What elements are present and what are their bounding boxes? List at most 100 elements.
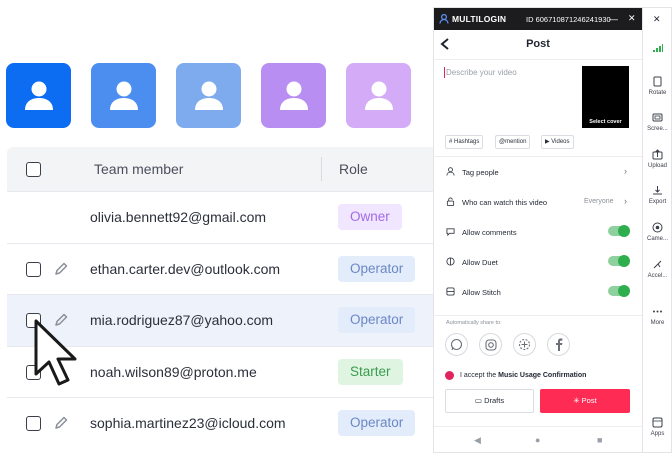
other-share-icon[interactable] <box>513 333 536 356</box>
avatar-tile-3[interactable] <box>176 63 241 128</box>
member-email: mia.rodriguez87@yahoo.com <box>90 312 274 329</box>
toolbar-label: Accel... <box>647 273 668 279</box>
camera-icon <box>652 222 663 233</box>
music-usage-link[interactable]: Music Usage Confirmation <box>498 372 586 379</box>
accept-text: I accept the Music Usage Confirmation <box>460 372 586 379</box>
description-input[interactable]: Describe your video <box>446 68 517 77</box>
mouse-cursor-icon <box>34 319 77 386</box>
toolbar-item-more[interactable]: More <box>643 306 672 326</box>
column-divider[interactable] <box>321 157 322 181</box>
setting-allow-duet: Allow Duet <box>434 247 642 277</box>
music-usage-confirmation: I accept the Music Usage Confirmation <box>434 367 642 385</box>
toolbar-item-apps[interactable]: Apps <box>643 417 672 437</box>
post-label: Post <box>581 396 597 405</box>
nav-home-icon[interactable]: ● <box>535 435 540 445</box>
nav-back-icon[interactable]: ◀ <box>474 435 481 446</box>
page-title: Post <box>526 38 550 50</box>
person-icon <box>446 167 455 176</box>
videos-chip[interactable]: ▶ Videos <box>541 135 574 149</box>
mention-chip[interactable]: @mention <box>495 135 531 149</box>
instagram-icon[interactable] <box>479 333 502 356</box>
post-button[interactable]: ✳ Post <box>540 389 630 413</box>
auto-share-section: Automatically share to: <box>434 315 642 367</box>
table-row[interactable]: ethan.carter.dev@outlook.com Operator <box>7 242 437 295</box>
setting-who-can-watch[interactable]: Who can watch this video Everyone › <box>434 187 642 217</box>
role-badge[interactable]: Operator <box>338 410 416 437</box>
toolbar-item-screenshot[interactable]: Scree... <box>643 112 672 132</box>
setting-label: Allow Duet <box>462 258 498 267</box>
facebook-icon[interactable] <box>547 333 570 356</box>
setting-tag-people[interactable]: Tag people › <box>434 157 642 187</box>
accept-prefix: I accept the <box>460 372 499 379</box>
role-badge[interactable]: Operator <box>338 307 416 334</box>
toolbar-label: Export <box>648 199 667 205</box>
select-cover-label[interactable]: Select cover <box>582 119 629 125</box>
allow-stitch-toggle[interactable] <box>608 285 630 297</box>
member-email: noah.wilson89@proton.me <box>90 363 257 380</box>
role-badge[interactable]: Operator <box>338 255 416 282</box>
user-icon <box>109 81 138 110</box>
whatsapp-icon[interactable] <box>445 333 468 356</box>
avatar-tile-2[interactable] <box>91 63 156 128</box>
role-badge[interactable]: Owner <box>338 204 402 230</box>
edit-pencil-icon[interactable] <box>53 261 69 277</box>
accelerometer-icon <box>653 260 662 269</box>
table-row[interactable]: sophia.martinez23@icloud.com Operator <box>7 397 437 449</box>
drafts-button[interactable]: ▭ Drafts <box>445 389 534 413</box>
toolbar-label: Upload <box>647 163 667 169</box>
close-icon[interactable]: ✕ <box>628 13 636 24</box>
user-icon <box>24 81 53 110</box>
rotate-icon <box>653 76 662 87</box>
toolbar-item-accelerometer[interactable]: Accel... <box>643 259 672 279</box>
screenshot-icon <box>652 113 663 122</box>
stitch-icon <box>446 287 455 296</box>
toolbar-item-camera[interactable]: Came... <box>643 222 672 242</box>
accept-checkbox[interactable] <box>445 371 454 380</box>
comment-icon <box>446 228 455 236</box>
avatar-tile-4[interactable] <box>261 63 326 128</box>
member-email: sophia.martinez23@icloud.com <box>90 415 286 432</box>
chevron-right-icon: › <box>624 166 627 176</box>
profile-id: ID 606710871246241930 <box>526 15 611 24</box>
table-header: Team member Role <box>7 147 437 191</box>
allow-duet-toggle[interactable] <box>608 255 630 267</box>
setting-value: Everyone <box>584 198 614 205</box>
hashtags-chip[interactable]: # Hashtags <box>445 135 484 149</box>
setting-allow-stitch: Allow Stitch <box>434 277 642 307</box>
avatar-tile-5[interactable] <box>346 63 411 128</box>
toolbar-label: Apps <box>650 431 665 437</box>
description-area: Describe your video Select cover <box>434 60 642 132</box>
chevron-right-icon: › <box>624 196 627 206</box>
nav-recents-icon[interactable]: ■ <box>597 435 602 445</box>
toolbar-item-export[interactable]: Export <box>643 185 672 205</box>
share-label: Automatically share to: <box>446 320 502 326</box>
post-settings: Tag people › Who can watch this video Ev… <box>434 156 642 307</box>
select-all-checkbox[interactable] <box>26 162 41 177</box>
edit-pencil-icon[interactable] <box>53 415 69 431</box>
toolbar-item-upload[interactable]: Upload <box>643 149 672 169</box>
toolbar-label: Scree... <box>647 126 668 132</box>
avatar-tile-1[interactable] <box>6 63 71 128</box>
post-actions: ▭ Drafts ✳ Post <box>434 385 642 415</box>
post-header: Post <box>434 30 642 60</box>
table-row[interactable]: olivia.bennett92@gmail.com Owner <box>7 191 437 243</box>
upload-icon <box>652 149 663 160</box>
android-nav-bar: ◀ ● ■ <box>434 426 642 452</box>
close-emulator-icon[interactable]: ✕ <box>653 14 661 25</box>
column-header-member: Team member <box>94 161 184 177</box>
minimize-icon[interactable]: — <box>609 14 618 24</box>
description-chips: # Hashtags @mention ▶ Videos <box>434 132 642 156</box>
row-checkbox[interactable] <box>26 261 41 277</box>
setting-label: Allow comments <box>462 228 517 237</box>
row-checkbox[interactable] <box>26 416 41 432</box>
member-email: olivia.bennett92@gmail.com <box>90 209 267 225</box>
toolbar-item-rotate[interactable]: Rotate <box>643 76 672 96</box>
avatar-row <box>6 63 411 128</box>
video-cover[interactable]: Select cover <box>582 66 629 128</box>
duet-icon <box>446 257 455 266</box>
more-icon <box>653 310 662 313</box>
drafts-icon: ▭ <box>474 396 485 405</box>
allow-comments-toggle[interactable] <box>608 225 630 237</box>
app-name: MULTILOGIN <box>452 14 507 24</box>
role-badge[interactable]: Starter <box>338 358 403 385</box>
